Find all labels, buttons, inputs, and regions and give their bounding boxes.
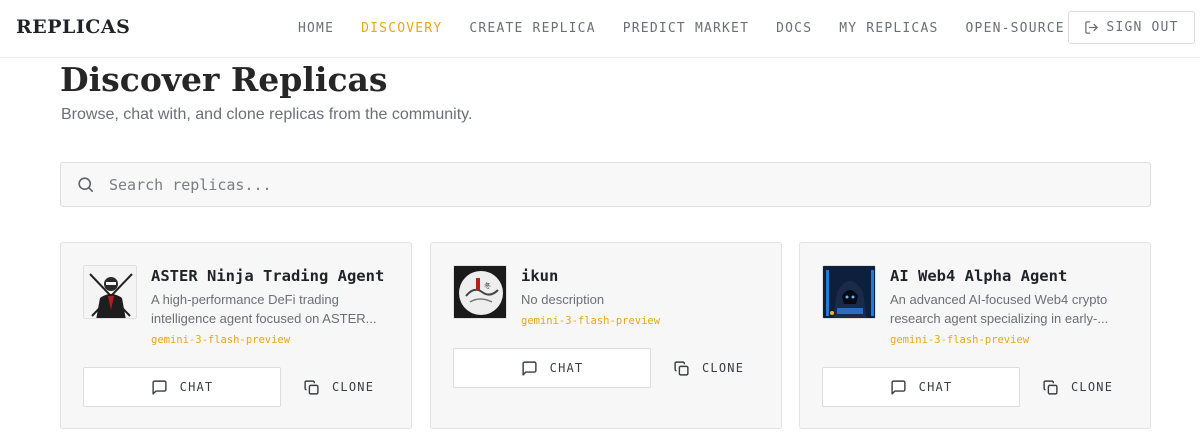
chat-icon: [891, 379, 906, 395]
copy-icon: [674, 360, 689, 376]
replica-description: An advanced AI-focused Web4 crypto resea…: [890, 292, 1109, 326]
nav-home[interactable]: HOME: [298, 21, 334, 36]
log-out-icon: [1085, 21, 1099, 34]
sign-out-button[interactable]: SIGN OUT: [1068, 11, 1195, 44]
search-input[interactable]: [109, 175, 1089, 194]
main-nav: HOME DISCOVERY CREATE REPLICA PREDICT MA…: [298, 0, 1092, 56]
clone-label: CLONE: [1071, 380, 1114, 394]
clone-button[interactable]: CLONE: [303, 367, 393, 407]
replica-model: gemini-3-flash-preview: [890, 334, 1030, 346]
brand-logo[interactable]: REPLICAS: [16, 16, 130, 38]
replica-model: gemini-3-flash-preview: [151, 334, 291, 346]
top-navigation-bar: REPLICAS HOME DISCOVERY CREATE REPLICA P…: [0, 0, 1200, 58]
replica-description: No description: [521, 292, 605, 307]
clone-label: CLONE: [702, 361, 745, 375]
chat-label: CHAT: [179, 380, 214, 394]
nav-open-source[interactable]: OPEN-SOURCE: [966, 21, 1065, 36]
hooded-hacker-avatar: [822, 265, 876, 319]
clone-label: CLONE: [332, 380, 375, 394]
chat-icon: [522, 360, 537, 376]
chat-label: CHAT: [918, 380, 953, 394]
replica-name[interactable]: AI Web4 Alpha Agent: [890, 267, 1067, 285]
replica-description: A high-performance DeFi trading intellig…: [151, 292, 377, 326]
chat-button[interactable]: CHAT: [453, 348, 651, 388]
page-subtitle: Browse, chat with, and clone replicas fr…: [61, 106, 473, 123]
replica-name[interactable]: ASTER Ninja Trading Agent: [151, 267, 384, 285]
clone-button[interactable]: CLONE: [1042, 367, 1132, 407]
copy-icon: [1043, 379, 1058, 395]
nav-predict-market[interactable]: PREDICT MARKET: [623, 21, 749, 36]
clone-button[interactable]: CLONE: [673, 348, 763, 388]
chat-icon: [152, 379, 167, 395]
ninja-avatar: [83, 265, 137, 319]
page-title: Discover Replicas: [60, 60, 388, 99]
nav-create-replica[interactable]: CREATE REPLICA: [469, 21, 595, 36]
nav-discovery[interactable]: DISCOVERY: [361, 21, 442, 36]
replica-card[interactable]: ASTER Ninja Trading Agent A high-perform…: [60, 242, 412, 429]
svg-text:冬: 冬: [484, 281, 491, 290]
chat-button[interactable]: CHAT: [822, 367, 1020, 407]
sign-out-label: SIGN OUT: [1106, 20, 1179, 35]
copy-icon: [304, 379, 319, 395]
search-icon: [78, 177, 94, 193]
search-bar: [60, 162, 1151, 207]
chat-label: CHAT: [549, 361, 584, 375]
replica-model: gemini-3-flash-preview: [521, 315, 661, 327]
replica-name[interactable]: ikun: [521, 267, 558, 285]
nav-docs[interactable]: DOCS: [776, 21, 812, 36]
replica-card[interactable]: 冬 ikun No description gemini-3-flash-pre…: [430, 242, 782, 429]
nav-my-replicas[interactable]: MY REPLICAS: [839, 21, 938, 36]
chat-button[interactable]: CHAT: [83, 367, 281, 407]
ink-painting-avatar: 冬: [453, 265, 507, 319]
replica-card[interactable]: AI Web4 Alpha Agent An advanced AI-focus…: [799, 242, 1151, 429]
